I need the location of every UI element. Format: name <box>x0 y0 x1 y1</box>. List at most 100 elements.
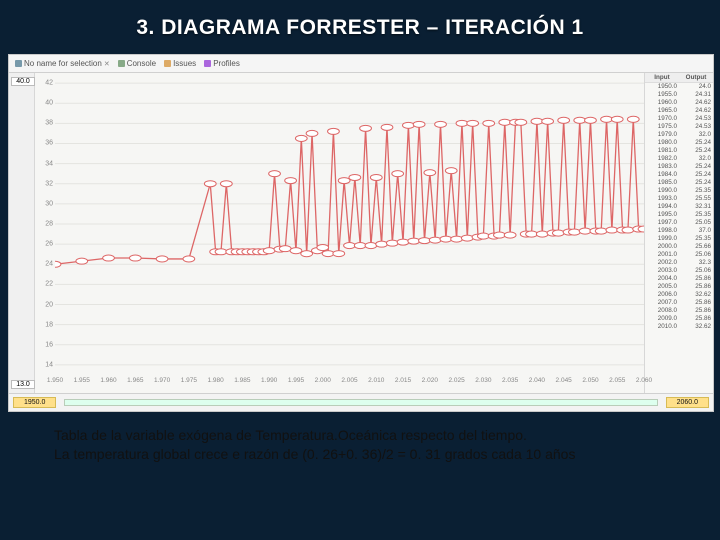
table-row: 2007.025.86 <box>645 299 713 307</box>
y-max-input[interactable] <box>11 77 35 86</box>
x-axis: 1.9501.9551.9601.9651.9701.9751.9801.985… <box>55 375 644 393</box>
slider-track[interactable] <box>64 399 657 406</box>
y-tick: 28 <box>45 221 53 228</box>
table-row: 2000.025.66 <box>645 243 713 251</box>
table-row: 2009.025.86 <box>645 315 713 323</box>
toolbar: No name for selection✕ Console Issues Pr… <box>9 55 713 73</box>
table-row: 2008.025.86 <box>645 307 713 315</box>
x-tick: 1.965 <box>127 377 143 384</box>
table-row: 1979.032.0 <box>645 131 713 139</box>
x-tick: 1.955 <box>74 377 90 384</box>
table-header: Input Output <box>645 73 713 83</box>
y-tick: 36 <box>45 140 53 147</box>
tab-label: Profiles <box>213 59 240 68</box>
profiles-icon <box>204 60 211 67</box>
console-icon <box>118 60 125 67</box>
data-table: Input Output 1950.024.01955.024.311960.0… <box>644 73 713 393</box>
table-row: 2002.032.3 <box>645 259 713 267</box>
table-row: 2010.032.62 <box>645 323 713 331</box>
table-row: 1995.025.35 <box>645 211 713 219</box>
tab-console[interactable]: Console <box>118 59 156 68</box>
table-row: 1975.024.53 <box>645 123 713 131</box>
x-tick: 2.055 <box>609 377 625 384</box>
table-row: 1980.025.24 <box>645 139 713 147</box>
table-row: 1985.025.24 <box>645 179 713 187</box>
table-row: 2005.025.86 <box>645 283 713 291</box>
y-tick: 34 <box>45 160 53 167</box>
col-output: Output <box>679 73 713 82</box>
x-tick: 2.025 <box>448 377 464 384</box>
x-tick: 2.015 <box>395 377 411 384</box>
table-row: 1983.025.24 <box>645 163 713 171</box>
table-row: 1950.024.0 <box>645 83 713 91</box>
table-row: 1994.032.31 <box>645 203 713 211</box>
x-tick: 2.020 <box>422 377 438 384</box>
y-tick: 18 <box>45 321 53 328</box>
y-tick: 32 <box>45 180 53 187</box>
x-tick: 1.990 <box>261 377 277 384</box>
table-row: 1960.024.62 <box>645 99 713 107</box>
issues-icon <box>164 60 171 67</box>
x-tick: 2.010 <box>368 377 384 384</box>
y-tick: 14 <box>45 361 53 368</box>
x-tick: 2.060 <box>636 377 652 384</box>
time-slider: 1950.0 2060.0 <box>9 393 713 411</box>
x-tick: 2.035 <box>502 377 518 384</box>
slide-title: 3. DIAGRAMA FORRESTER – ITERACIÓN 1 <box>0 0 720 50</box>
slider-start[interactable]: 1950.0 <box>13 397 56 408</box>
plot-svg <box>55 73 644 375</box>
x-tick: 2.030 <box>475 377 491 384</box>
x-tick: 2.040 <box>529 377 545 384</box>
y-tick: 38 <box>45 120 53 127</box>
table-row: 2003.025.06 <box>645 267 713 275</box>
table-row: 1998.037.0 <box>645 227 713 235</box>
caption: Tabla de la variable exógena de Temperat… <box>54 426 666 464</box>
table-rows: 1950.024.01955.024.311960.024.621965.024… <box>645 83 713 331</box>
tab-label: Issues <box>173 59 196 68</box>
chart-area: 14 16 18 20 22 24 26 28 30 32 34 36 38 40 42 1.950 1.95… <box>35 73 644 393</box>
x-tick: 1.985 <box>234 377 250 384</box>
x-tick: 1.995 <box>288 377 304 384</box>
tab-label: Console <box>127 59 156 68</box>
y-tick: 20 <box>45 301 53 308</box>
x-tick: 2.045 <box>556 377 572 384</box>
x-tick: 2.050 <box>582 377 598 384</box>
caption-line-1: Tabla de la variable exógena de Temperat… <box>54 426 666 445</box>
x-tick: 2.000 <box>315 377 331 384</box>
table-row: 1955.024.31 <box>645 91 713 99</box>
x-tick: 1.950 <box>47 377 63 384</box>
tab-profiles[interactable]: Profiles <box>204 59 240 68</box>
table-row: 2006.032.62 <box>645 291 713 299</box>
y-min-input[interactable] <box>11 380 35 389</box>
table-row: 1990.025.35 <box>645 187 713 195</box>
tab-issues[interactable]: Issues <box>164 59 196 68</box>
slider-end[interactable]: 2060.0 <box>666 397 709 408</box>
x-tick: 1.980 <box>207 377 223 384</box>
work-row: 14 16 18 20 22 24 26 28 30 32 34 36 38 40 42 1.950 1.95… <box>9 73 713 393</box>
tab-label: No name for selection <box>24 59 102 68</box>
x-tick: 2.005 <box>341 377 357 384</box>
y-tick: 42 <box>45 80 53 87</box>
close-icon[interactable]: ✕ <box>104 60 110 68</box>
table-row: 1984.025.24 <box>645 171 713 179</box>
y-tick: 26 <box>45 241 53 248</box>
doc-icon <box>15 60 22 67</box>
col-input: Input <box>645 73 679 82</box>
y-axis: 14 16 18 20 22 24 26 28 30 32 34 36 38 40 42 <box>35 73 55 375</box>
table-row: 1982.032.0 <box>645 155 713 163</box>
x-tick: 1.975 <box>181 377 197 384</box>
table-row: 1997.025.05 <box>645 219 713 227</box>
y-tick: 24 <box>45 261 53 268</box>
y-tick: 22 <box>45 281 53 288</box>
y-tick: 16 <box>45 341 53 348</box>
table-row: 1981.025.24 <box>645 147 713 155</box>
y-tick: 40 <box>45 100 53 107</box>
plot[interactable] <box>55 73 644 375</box>
app-window: No name for selection✕ Console Issues Pr… <box>8 54 714 412</box>
table-row: 1993.025.55 <box>645 195 713 203</box>
y-tick: 30 <box>45 200 53 207</box>
table-row: 2004.025.86 <box>645 275 713 283</box>
tab-selection[interactable]: No name for selection✕ <box>15 59 110 68</box>
x-tick: 1.970 <box>154 377 170 384</box>
table-row: 1999.025.35 <box>645 235 713 243</box>
